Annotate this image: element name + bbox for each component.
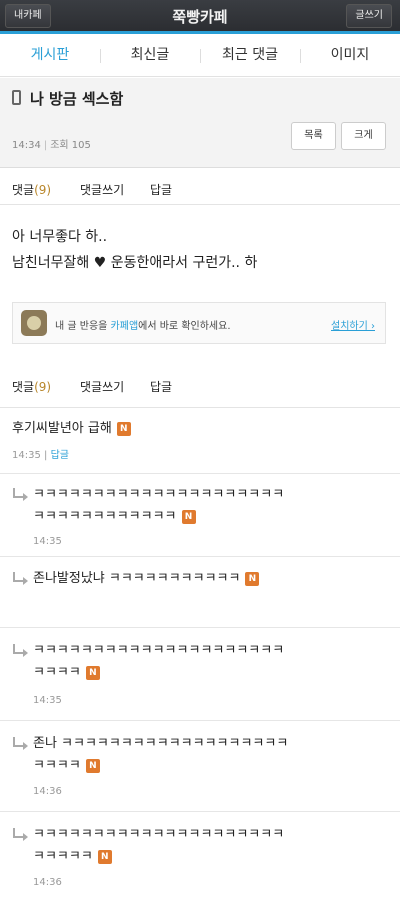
post-meta: 14:34 | 조회 105 <box>12 140 91 151</box>
tab-board[interactable]: 게시판 <box>0 34 100 77</box>
comment-text: ㅋㅋㅋㅋㅋㅋㅋㅋㅋㅋㅋㅋㅋㅋㅋㅋㅋㅋㅋㅋㅋ ㅋㅋㅋㅋ N <box>33 643 285 680</box>
new-badge: N <box>97 850 112 864</box>
tab-latest-posts[interactable]: 최신글 <box>100 34 200 77</box>
post-header: 나 방금 섹스함 14:34 | 조회 105 목록 크게 <box>0 78 400 168</box>
cafe-title: 쭉빵카페 <box>172 8 228 26</box>
new-badge: N <box>116 422 131 436</box>
new-badge: N <box>85 666 100 680</box>
new-badge: N <box>181 510 196 524</box>
reply-arrow-icon <box>13 488 28 501</box>
comment-text: 후기씨발년아 급해 N <box>12 418 131 440</box>
comment-bar-top: 댓글(9) 댓글쓰기 답글 <box>0 169 400 205</box>
comment-time: 14:36 <box>33 877 62 888</box>
new-badge: N <box>245 572 260 586</box>
comment-time: 14:35 | 답글 <box>12 450 69 461</box>
app-promo-banner[interactable]: 내 글 반응을 카페앱에서 바로 확인하세요. 설치하기 › <box>12 302 386 344</box>
comment-text: 존나발정났냐 ㅋㅋㅋㅋㅋㅋㅋㅋㅋㅋㅋ N <box>33 568 260 590</box>
comment-time: 14:35 <box>33 695 62 706</box>
mobile-phone-icon <box>12 90 21 105</box>
comment-text: ㅋㅋㅋㅋㅋㅋㅋㅋㅋㅋㅋㅋㅋㅋㅋㅋㅋㅋㅋㅋㅋ ㅋㅋㅋㅋㅋㅋㅋㅋㅋㅋㅋㅋ N <box>33 487 285 524</box>
post-body-line: 남친너무잘해 ♥ 운동한애라서 구런가.. 하 <box>12 255 258 271</box>
top-bar: 내카페 쭉빵카페 글쓰기 <box>0 0 400 34</box>
tab-recent-comments[interactable]: 최근 댓글 <box>200 34 300 77</box>
install-link[interactable]: 설치하기 › <box>331 317 375 332</box>
comment-count-link[interactable]: 댓글(9) <box>12 181 51 198</box>
comment-item: ㅋㅋㅋㅋㅋㅋㅋㅋㅋㅋㅋㅋㅋㅋㅋㅋㅋㅋㅋㅋㅋ ㅋㅋㅋㅋ N 14:35 <box>0 629 400 721</box>
comment-count-link[interactable]: 댓글(9) <box>12 378 51 395</box>
post-title: 나 방금 섹스함 <box>30 90 124 108</box>
write-comment-link[interactable]: 댓글쓰기 <box>80 181 124 198</box>
comment-time: 14:36 <box>33 786 62 797</box>
reply-arrow-icon <box>13 828 28 841</box>
post-body: 아 너무좋다 하.. 남친너무잘해 ♥ 운동한애라서 구런가.. 하 <box>12 224 257 276</box>
tab-images[interactable]: 이미지 <box>300 34 400 77</box>
comment-bar-bottom: 댓글(9) 댓글쓰기 답글 <box>0 368 400 408</box>
tab-bar: 게시판 최신글 최근 댓글 이미지 <box>0 34 400 77</box>
reply-arrow-icon <box>13 572 28 585</box>
reply-arrow-icon <box>13 737 28 750</box>
post-time: 14:34 <box>12 140 41 151</box>
post-body-line: 아 너무좋다 하.. <box>12 229 108 245</box>
banner-text: 내 글 반응을 카페앱에서 바로 확인하세요. <box>55 321 231 332</box>
comment-reply-link[interactable]: 답글 <box>51 450 69 461</box>
comment-item: 존나발정났냐 ㅋㅋㅋㅋㅋㅋㅋㅋㅋㅋㅋ N <box>0 558 400 628</box>
write-comment-link[interactable]: 댓글쓰기 <box>80 378 124 395</box>
reply-link[interactable]: 답글 <box>150 181 172 198</box>
comment-item: 존나 ㅋㅋㅋㅋㅋㅋㅋㅋㅋㅋㅋㅋㅋㅋㅋㅋㅋㅋㅋ ㅋㅋㅋㅋ N 14:36 <box>0 722 400 812</box>
new-badge: N <box>85 759 100 773</box>
reply-link[interactable]: 답글 <box>150 378 172 395</box>
comment-item: ㅋㅋㅋㅋㅋㅋㅋㅋㅋㅋㅋㅋㅋㅋㅋㅋㅋㅋㅋㅋㅋ ㅋㅋㅋㅋㅋㅋㅋㅋㅋㅋㅋㅋ N 14:3… <box>0 475 400 557</box>
post-views: 조회 105 <box>50 140 91 151</box>
comment-time: 14:35 <box>33 536 62 547</box>
enlarge-button[interactable]: 크게 <box>341 122 386 150</box>
comment-text: 존나 ㅋㅋㅋㅋㅋㅋㅋㅋㅋㅋㅋㅋㅋㅋㅋㅋㅋㅋㅋ ㅋㅋㅋㅋ N <box>33 736 289 773</box>
reply-arrow-icon <box>13 644 28 657</box>
comment-item: ㅋㅋㅋㅋㅋㅋㅋㅋㅋㅋㅋㅋㅋㅋㅋㅋㅋㅋㅋㅋㅋ ㅋㅋㅋㅋㅋ N 14:36 <box>0 813 400 903</box>
list-button[interactable]: 목록 <box>291 122 336 150</box>
comment-text: ㅋㅋㅋㅋㅋㅋㅋㅋㅋㅋㅋㅋㅋㅋㅋㅋㅋㅋㅋㅋㅋ ㅋㅋㅋㅋㅋ N <box>33 827 285 864</box>
write-post-button[interactable]: 글쓰기 <box>346 4 392 28</box>
cafe-app-icon <box>21 310 47 336</box>
comment-item: 후기씨발년아 급해 N 14:35 | 답글 <box>0 409 400 474</box>
